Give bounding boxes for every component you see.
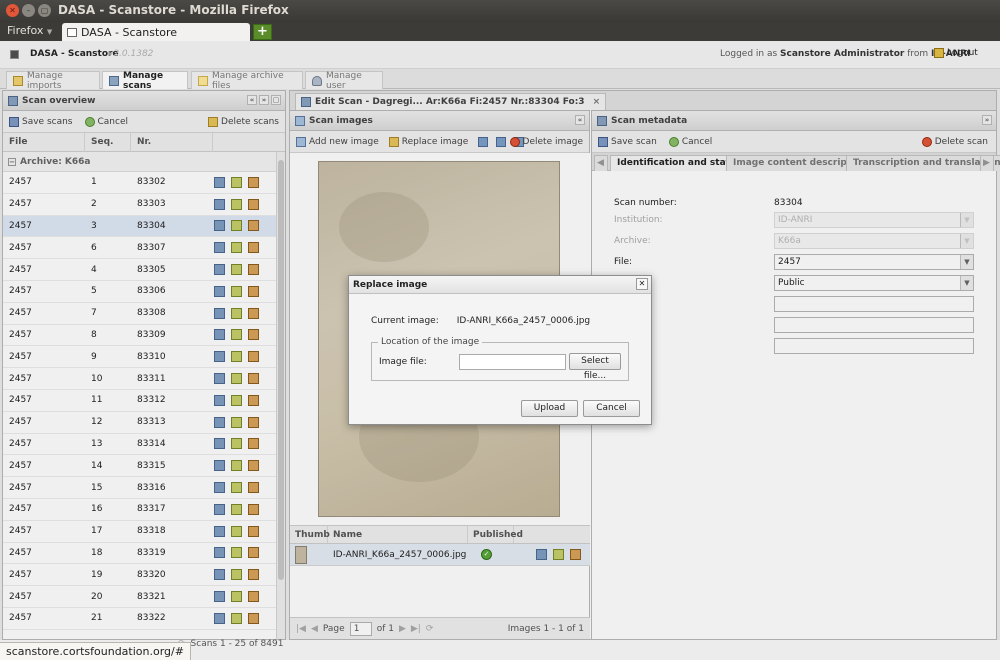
app-header: DASA - Scanstore v2.0.1382 Logged in as … <box>0 41 1000 69</box>
main-nav: Manage imports Manage scans Manage archi… <box>0 69 1000 91</box>
login-info: Logged in as Scanstore Administrator fro… <box>720 49 971 59</box>
window-titlebar: ✕ – ▢ DASA - Scanstore - Mozilla Firefox <box>0 0 1000 22</box>
replace-image-dialog: Replace image ✕ Current image: ID-ANRI_K… <box>348 275 652 425</box>
window-minimize-button[interactable]: – <box>22 4 35 17</box>
browser-tab[interactable]: DASA - Scanstore <box>62 23 250 41</box>
tab-manage-user[interactable]: Manage user <box>305 71 383 91</box>
upload-button[interactable]: Upload <box>521 400 578 417</box>
new-tab-button[interactable]: + <box>253 24 272 40</box>
browser-tabstrip: Firefox ▼ DASA - Scanstore + <box>0 22 1000 41</box>
folder-icon <box>198 75 208 86</box>
page-icon <box>67 27 77 37</box>
logout-icon <box>934 48 944 58</box>
app-logo-icon <box>10 50 19 59</box>
window-title: DASA - Scanstore - Mozilla Firefox <box>58 3 289 17</box>
tab-manage-archive-files[interactable]: Manage archive files <box>191 71 303 91</box>
select-file-button[interactable]: Select file... <box>569 353 621 381</box>
scans-pager: ⟳ Scans 1 - 25 of 8491 <box>178 639 283 649</box>
window-close-button[interactable]: ✕ <box>6 4 19 17</box>
dialog-header: Replace image ✕ <box>349 276 651 294</box>
scans-count: Scans 1 - 25 of 8491 <box>190 639 284 649</box>
firefox-menu-button[interactable]: Firefox ▼ <box>7 24 52 37</box>
current-image-name: ID-ANRI_K66a_2457_0006.jpg <box>456 316 591 326</box>
users-icon <box>312 75 322 86</box>
logout-button[interactable]: Logout <box>934 48 978 58</box>
browser-tab-title: DASA - Scanstore <box>81 25 178 39</box>
app-name: DASA - Scanstore <box>30 49 119 59</box>
tab-manage-scans[interactable]: Manage scans <box>102 71 188 91</box>
scanner-icon <box>109 75 119 86</box>
status-url: scanstore.cortsfoundation.org/# <box>0 642 191 660</box>
app-version: v2.0.1382 <box>108 49 154 59</box>
window-maximize-button[interactable]: ▢ <box>38 4 51 17</box>
box-icon <box>13 75 23 86</box>
close-icon[interactable]: ✕ <box>636 278 648 290</box>
image-file-input[interactable] <box>459 353 566 370</box>
image-file-row: Image file: Select file... <box>379 353 621 381</box>
tab-manage-imports[interactable]: Manage imports <box>6 71 100 91</box>
dialog-cancel-button[interactable]: Cancel <box>583 400 640 417</box>
current-image-info: Current image: ID-ANRI_K66a_2457_0006.jp… <box>371 316 591 326</box>
